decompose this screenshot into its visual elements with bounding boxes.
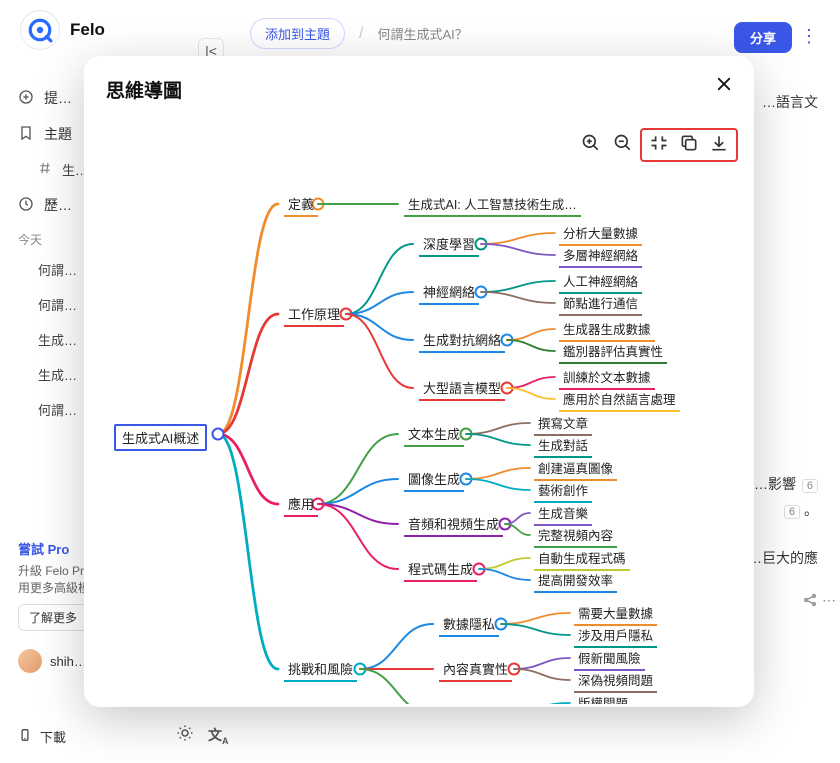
leaf-node[interactable]: 藝術創作	[534, 480, 592, 503]
citation-badge[interactable]: 6	[784, 505, 800, 519]
more-menu-button[interactable]: ⋮	[800, 26, 818, 47]
leaf-node[interactable]: 節點進行通信	[559, 293, 642, 316]
body-text-peek: …巨大的應	[748, 548, 818, 568]
modal-title: 思維導圖	[106, 76, 182, 103]
app-logo	[20, 10, 60, 50]
leaf-node[interactable]: 人工神經網絡	[559, 271, 642, 294]
leaf-node[interactable]: 假新聞風險	[574, 648, 645, 671]
body-text-peek: …語言文	[762, 92, 818, 112]
leaf-node[interactable]: 撰寫文章	[534, 413, 592, 436]
body-text-peek: 6 。	[784, 500, 818, 520]
mindmap-node[interactable]: 程式碼生成	[404, 559, 477, 582]
leaf-node[interactable]: 完整視頻內容	[534, 525, 617, 548]
leaf-node[interactable]: 創建逼真圖像	[534, 458, 617, 481]
device-icon	[18, 726, 32, 747]
leaf-node[interactable]: 深偽視頻問題	[574, 670, 657, 693]
leaf-node[interactable]: 分析大量數據	[559, 223, 642, 246]
mindmap-node[interactable]: 大型語言模型	[419, 378, 505, 401]
leaf-node[interactable]: 生成音樂	[534, 503, 592, 526]
mindmap-node[interactable]: 文本生成	[404, 424, 464, 447]
mindmap-modal: 思維導圖	[84, 56, 754, 707]
mindmap-node[interactable]: 深度學習	[419, 234, 479, 257]
plus-circle-icon	[18, 89, 34, 108]
leaf-node[interactable]: 涉及用戶隱私	[574, 625, 657, 648]
sidebar-item-label: 提…	[44, 88, 72, 108]
leaf-node[interactable]: 版權問題	[574, 693, 632, 704]
close-button[interactable]	[710, 72, 738, 100]
mindmap-canvas[interactable]: 生成式AI概述 定義 生成式AI: 人工智慧技術生成… 工作原理 深度學習 分析大量數據多…	[84, 114, 754, 704]
username: shih…	[50, 654, 87, 669]
mindmap-node[interactable]: 內容真實性	[439, 659, 512, 682]
leaf-node[interactable]: 生成式AI: 人工智慧技術生成…	[404, 194, 581, 217]
breadcrumb[interactable]: 何謂生成式AI？	[377, 24, 467, 43]
node-definition[interactable]: 定義	[284, 194, 318, 217]
node-risk[interactable]: 挑戰和風險	[284, 659, 357, 682]
share-icon[interactable]	[802, 592, 818, 611]
share-button[interactable]: 分享	[734, 22, 792, 53]
node-application[interactable]: 應用	[284, 494, 318, 517]
avatar[interactable]	[18, 649, 42, 673]
close-icon	[715, 75, 733, 98]
leaf-node[interactable]: 鑑別器評估真實性	[559, 341, 667, 364]
mindmap-node[interactable]: 音頻和視頻生成	[404, 514, 503, 537]
sidebar-item-label: 主題	[44, 124, 72, 144]
leaf-node[interactable]: 自動生成程式碼	[534, 548, 630, 571]
clock-icon	[18, 196, 34, 215]
body-text-peek: …影響 6	[754, 474, 818, 494]
mindmap-node[interactable]: 生成對抗網絡	[419, 330, 505, 353]
breadcrumb-separator: /	[359, 25, 363, 43]
mindmap-node[interactable]: 圖像生成	[404, 469, 464, 492]
sidebar-item-label: 歷…	[44, 195, 72, 215]
leaf-node[interactable]: 提高開發效率	[534, 570, 617, 593]
node-principle[interactable]: 工作原理	[284, 304, 344, 327]
language-icon[interactable]: 文A	[208, 725, 229, 746]
mindmap-node[interactable]: 神經網絡	[419, 282, 479, 305]
leaf-node[interactable]: 多層神經網絡	[559, 245, 642, 268]
download-link[interactable]: 下載	[18, 726, 66, 747]
mindmap-root[interactable]: 生成式AI概述	[114, 424, 207, 451]
bookmark-icon	[18, 125, 34, 144]
more-icon[interactable]: ⋯	[822, 592, 836, 609]
brand-name: Felo	[70, 20, 105, 40]
theme-toggle-icon[interactable]	[176, 724, 194, 747]
leaf-node[interactable]: 需要大量數據	[574, 603, 657, 626]
leaf-node[interactable]: 生成器生成數據	[559, 319, 655, 342]
leaf-node[interactable]: 生成對話	[534, 435, 592, 458]
add-to-topic-button[interactable]: 添加到主題	[250, 18, 345, 49]
leaf-node[interactable]: 訓練於文本數據	[559, 367, 655, 390]
citation-badge[interactable]: 6	[802, 479, 818, 493]
learn-more-button[interactable]: 了解更多	[18, 604, 88, 631]
leaf-node[interactable]: 應用於自然語言處理	[559, 389, 680, 412]
mindmap-node[interactable]: 數據隱私	[439, 614, 499, 637]
hash-icon	[38, 161, 52, 178]
